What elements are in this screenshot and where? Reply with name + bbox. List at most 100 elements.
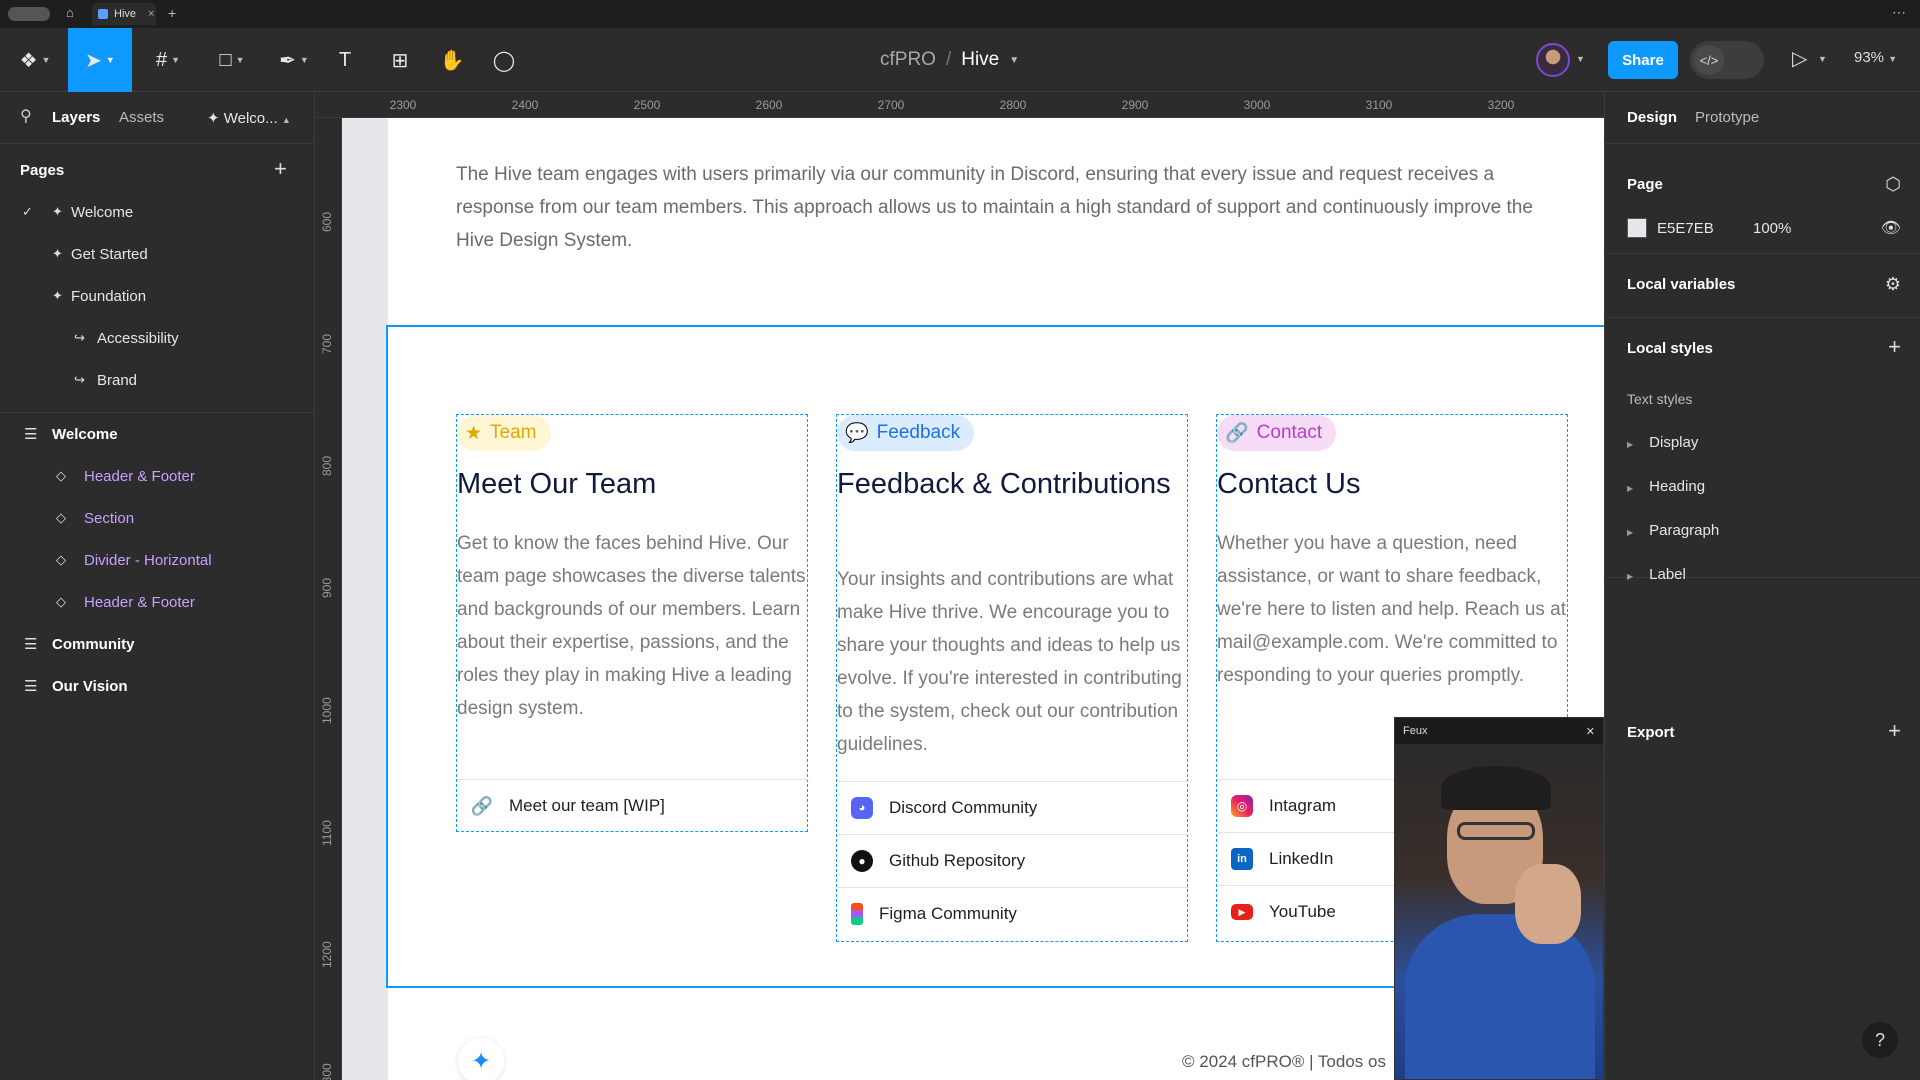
tab-layers[interactable]: Layers (52, 109, 100, 126)
page-opacity-value[interactable]: 100% (1753, 220, 1791, 237)
tab-prototype[interactable]: Prototype (1695, 109, 1759, 126)
zoom-level[interactable]: 93% ▼ (1854, 49, 1897, 66)
comment-icon: ◯ (492, 49, 516, 72)
page-item-welcome[interactable]: ✓ ✦ Welcome (0, 196, 315, 228)
styles-icon[interactable]: ⬡ (1885, 174, 1901, 195)
webcam-overlay[interactable]: Feux ✕ (1394, 717, 1604, 1080)
help-icon[interactable]: ? (1862, 1022, 1898, 1058)
add-style-icon[interactable]: + (1888, 334, 1901, 360)
hand-icon: ✋ (439, 49, 465, 72)
text-style-heading[interactable]: ▶ Heading (1627, 478, 1705, 495)
chevron-down-icon: ▼ (235, 55, 245, 65)
github-link[interactable]: ● Github Repository (837, 834, 1189, 887)
chevron-down-icon[interactable]: ▼ (1818, 54, 1827, 64)
window-controls[interactable] (8, 7, 50, 21)
hive-logo-icon: ✦ (458, 1038, 504, 1080)
chevron-down-icon[interactable]: ▼ (1009, 55, 1019, 66)
properties-tabs: Design Prototype (1605, 92, 1920, 144)
discord-icon: ◕ (851, 797, 873, 819)
layer-item-our-vision[interactable]: ☰ Our Vision (0, 670, 315, 702)
browser-tab[interactable]: Hive × (92, 3, 156, 25)
layer-item-label: Divider - Horizontal (84, 551, 212, 569)
footer-copyright: © 2024 cfPRO® | Todos os (1182, 1052, 1386, 1071)
page-item-get-started[interactable]: ✦ Get Started (0, 238, 315, 270)
layer-item-divider-horizontal[interactable]: ◇ Divider - Horizontal (0, 544, 315, 576)
search-icon[interactable]: ⚲ (20, 106, 32, 126)
figma-community-link[interactable]: Figma Community (837, 887, 1189, 940)
instance-diamond-icon: ◇ (56, 552, 66, 567)
add-page-icon[interactable]: + (274, 156, 287, 182)
comment-tool-button[interactable]: ◯ (486, 28, 522, 92)
chevron-down-icon: ▼ (299, 55, 309, 65)
figma-icon (851, 903, 863, 925)
page-item-brand[interactable]: ↪ Brand (0, 364, 315, 396)
pen-tool-button[interactable]: ✒ ▼ (266, 28, 322, 92)
text-tool-button[interactable]: T (330, 28, 360, 92)
ruler-tick: 700 (320, 333, 334, 354)
close-icon[interactable]: ✕ (1586, 725, 1595, 738)
page-heading: Page (1627, 176, 1663, 193)
ruler-tick: 2400 (511, 98, 539, 112)
close-tab-icon[interactable]: × (148, 8, 154, 20)
eye-icon[interactable]: 👁 (1881, 218, 1901, 238)
move-tool-button[interactable]: ➤ ▼ (68, 28, 132, 92)
variables-icon[interactable]: ⚙ (1885, 274, 1901, 295)
webcam-title: Feux (1403, 725, 1428, 737)
page-item-foundation[interactable]: ✦ Foundation (0, 280, 315, 312)
chevron-down-icon[interactable]: ▼ (1576, 54, 1585, 64)
text-style-paragraph[interactable]: ▶ Paragraph (1627, 522, 1719, 539)
main-menu-button[interactable]: ❖ ▼ (10, 28, 60, 92)
ruler-tick: 2600 (755, 98, 783, 112)
page-selector-label: ✦ Welco... (207, 110, 278, 127)
page-item-accessibility[interactable]: ↪ Accessibility (0, 322, 315, 354)
layer-item-header-footer[interactable]: ◇ Header & Footer (0, 460, 315, 492)
team-name[interactable]: cfPRO (880, 49, 936, 71)
shape-tool-button[interactable]: □ ▼ (204, 28, 260, 92)
frame-icon: # (155, 48, 168, 71)
intro-paragraph: The Hive team engages with users primari… (456, 164, 1533, 251)
page-selector[interactable]: ✦ Welco... ▲ (207, 109, 291, 127)
dev-mode-toggle[interactable]: </> (1690, 41, 1764, 79)
link-label: Meet our team [WIP] (509, 796, 665, 815)
layer-item-section[interactable]: ◇ Section (0, 502, 315, 534)
frame-tool-button[interactable]: # ▼ (140, 28, 196, 92)
feedback-badge-label: Feedback (876, 422, 961, 443)
file-name[interactable]: Hive (961, 49, 999, 71)
card-title: Contact Us (1217, 468, 1361, 500)
layer-item-label: Header & Footer (84, 467, 195, 485)
text-style-display[interactable]: ▶ Display (1627, 434, 1698, 451)
page-color-value[interactable]: E5E7EB (1657, 220, 1714, 237)
meet-team-link[interactable]: 🔗 Meet our team [WIP] (457, 779, 809, 832)
check-icon: ✓ (22, 204, 33, 219)
new-tab-icon[interactable]: + (168, 5, 176, 21)
resources-button[interactable]: ⊞ (382, 28, 418, 92)
home-icon[interactable]: ⌂ (66, 5, 74, 20)
hand-tool-button[interactable]: ✋ (434, 28, 470, 92)
ruler-tick: 1200 (320, 941, 334, 968)
chevron-up-icon: ▲ (281, 115, 291, 125)
text-style-label: Display (1649, 434, 1699, 451)
figma-favicon-icon (98, 9, 108, 19)
share-button[interactable]: Share (1608, 41, 1678, 79)
add-export-icon[interactable]: + (1888, 718, 1901, 744)
layer-item-welcome[interactable]: ☰ Welcome (0, 418, 315, 450)
export-section: Export + (1605, 578, 1920, 743)
discord-link[interactable]: ◕ Discord Community (837, 781, 1189, 834)
local-variables-heading[interactable]: Local variables (1627, 276, 1735, 293)
present-play-icon[interactable]: ▷ (1792, 46, 1807, 71)
avatar[interactable] (1536, 43, 1570, 77)
feedback-card[interactable]: 💬 Feedback Feedback & Contributions Your… (836, 414, 1189, 942)
team-card[interactable]: ★ Team Meet Our Team Get to know the fac… (456, 414, 809, 832)
webcam-video (1395, 744, 1603, 1079)
tab-design[interactable]: Design (1627, 109, 1677, 126)
layer-item-header-footer-2[interactable]: ◇ Header & Footer (0, 586, 315, 618)
figma-logo-icon: ❖ (19, 49, 38, 72)
tab-assets[interactable]: Assets (119, 109, 164, 126)
more-icon[interactable]: ⋯ (1892, 4, 1906, 21)
layer-item-community[interactable]: ☰ Community (0, 628, 315, 660)
page-color-swatch[interactable] (1627, 218, 1647, 238)
link-label: YouTube (1269, 902, 1336, 921)
ruler-tick: 3000 (1243, 98, 1271, 112)
layer-item-label: Header & Footer (84, 593, 195, 611)
team-badge: ★ Team (457, 415, 551, 451)
